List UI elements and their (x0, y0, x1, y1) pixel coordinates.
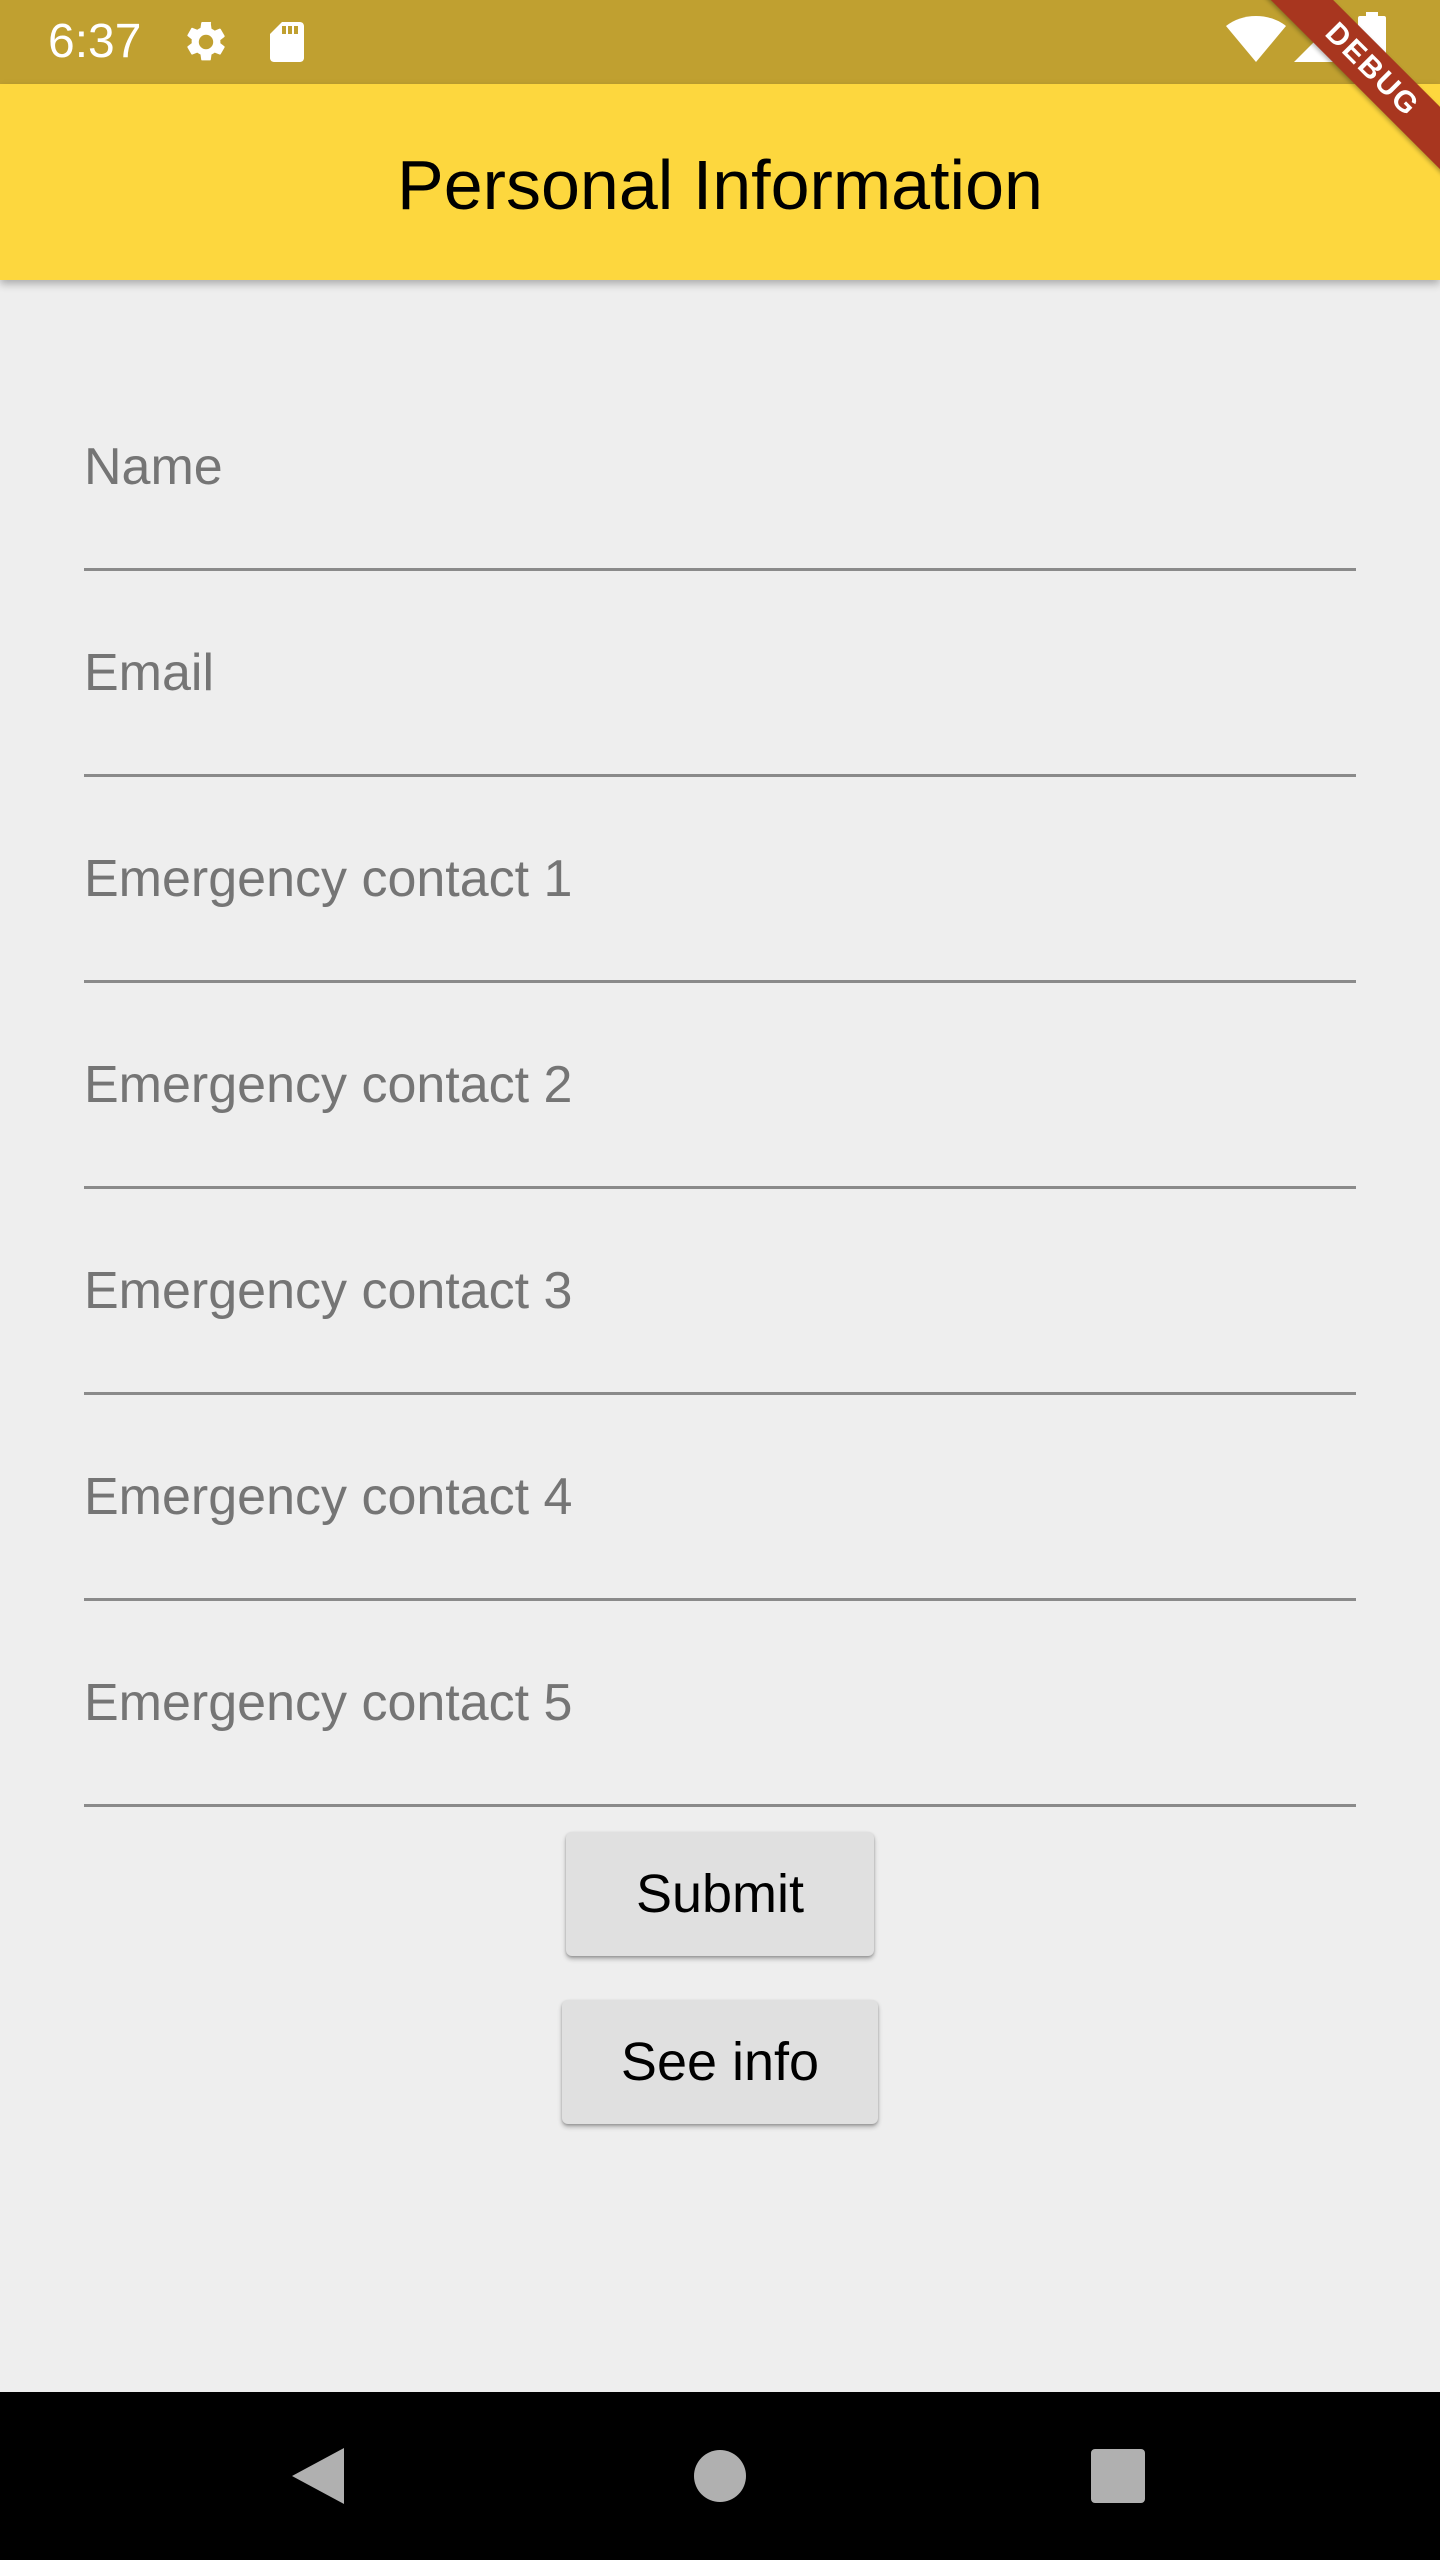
name-input[interactable] (84, 424, 1360, 556)
field-underline (84, 1804, 1356, 1807)
app-bar: Personal Information (0, 84, 1440, 280)
emergency-contact-2-field: Emergency contact 2 (84, 1002, 1360, 1208)
sd-card-icon (270, 22, 304, 62)
field-underline (84, 1598, 1356, 1601)
emergency-contact-5-field: Emergency contact 5 (84, 1620, 1360, 1826)
emergency-contact-4-input[interactable] (84, 1454, 1360, 1586)
field-underline (84, 1186, 1356, 1189)
status-bar: 6:37 (0, 0, 1440, 84)
emergency-contact-1-field: Emergency contact 1 (84, 796, 1360, 1002)
wifi-icon (1226, 16, 1286, 62)
emergency-contact-3-input[interactable] (84, 1248, 1360, 1380)
field-underline (84, 1392, 1356, 1395)
navigation-bar (0, 2392, 1440, 2560)
emergency-contact-5-input[interactable] (84, 1660, 1360, 1792)
back-button[interactable] (278, 2436, 358, 2516)
emergency-contact-2-input[interactable] (84, 1042, 1360, 1174)
emergency-contact-4-field: Emergency contact 4 (84, 1414, 1360, 1620)
recents-icon (1091, 2449, 1145, 2503)
field-underline (84, 774, 1356, 777)
submit-button[interactable]: Submit (566, 1832, 874, 1956)
status-time: 6:37 (48, 15, 142, 68)
emergency-contact-3-field: Emergency contact 3 (84, 1208, 1360, 1414)
battery-icon (1358, 12, 1386, 66)
field-underline (84, 980, 1356, 983)
recents-button[interactable] (1078, 2436, 1158, 2516)
field-underline (84, 568, 1356, 571)
email-field: Email (84, 590, 1360, 796)
page-title: Personal Information (397, 146, 1043, 224)
personal-info-form: Name Email Emergency contact 1 Emergency… (84, 384, 1360, 1826)
home-button[interactable] (680, 2436, 760, 2516)
see-info-button[interactable]: See info (562, 2000, 878, 2124)
cellular-signal-icon (1294, 20, 1336, 62)
home-icon (694, 2450, 746, 2502)
emergency-contact-1-input[interactable] (84, 836, 1360, 968)
name-field: Name (84, 384, 1360, 590)
back-icon (292, 2448, 344, 2504)
email-input[interactable] (84, 630, 1360, 762)
gear-icon (187, 21, 225, 61)
